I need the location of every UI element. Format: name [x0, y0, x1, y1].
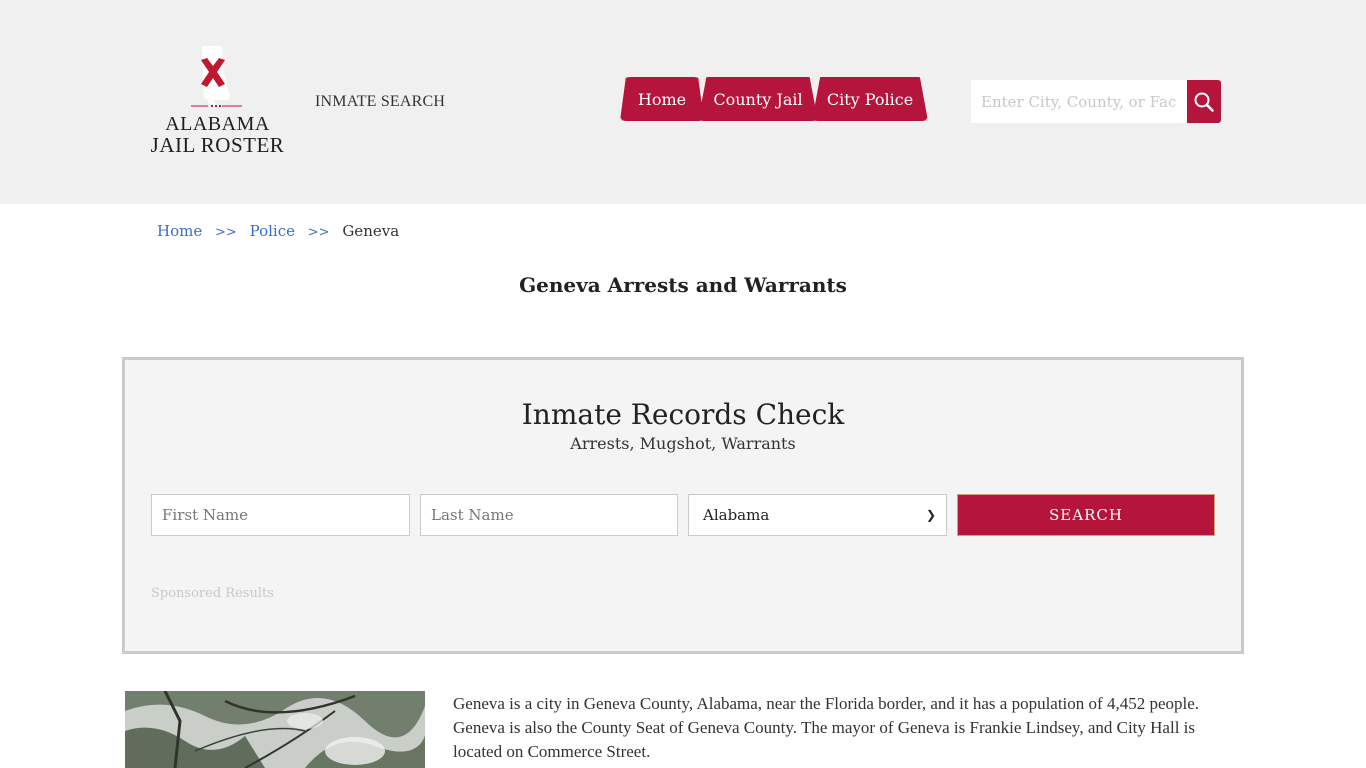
- inmate-records-check-panel: Inmate Records Check Arrests, Mugshot, W…: [122, 357, 1244, 654]
- nav-tab-home[interactable]: Home: [620, 77, 704, 121]
- logo-line-2: JAIL ROSTER: [150, 133, 285, 157]
- state-select[interactable]: Alabama ❯: [688, 494, 947, 536]
- main-nav: Home County Jail City Police: [620, 77, 928, 121]
- breadcrumb-home[interactable]: Home: [157, 222, 202, 240]
- breadcrumb-current: Geneva: [342, 222, 400, 240]
- search-icon: [1194, 92, 1214, 112]
- records-title: Inmate Records Check: [521, 398, 845, 431]
- header-search-button[interactable]: [1187, 80, 1221, 123]
- alabama-state-flag-icon: [191, 46, 242, 108]
- logo-line-1: ALABAMA: [165, 113, 270, 135]
- breadcrumb-police[interactable]: Police: [250, 222, 295, 240]
- page-title: Geneva Arrests and Warrants: [519, 273, 847, 297]
- nav-tab-city-police[interactable]: City Police: [812, 77, 928, 121]
- sponsored-results-label: Sponsored Results: [151, 586, 274, 601]
- breadcrumb-separator: >>: [307, 225, 330, 240]
- city-description: Geneva is a city in Geneva County, Alaba…: [453, 694, 1200, 761]
- city-photo: [125, 691, 425, 768]
- state-select-value: Alabama: [703, 506, 770, 524]
- header-search: [971, 80, 1221, 123]
- tree-canopy-image: [125, 691, 425, 768]
- nav-tab-county-jail[interactable]: County Jail: [698, 77, 818, 121]
- chevron-down-icon: ❯: [925, 508, 936, 522]
- records-search-button[interactable]: SEARCH: [957, 494, 1215, 536]
- breadcrumb-separator: >>: [215, 225, 237, 240]
- first-name-input[interactable]: [151, 494, 410, 536]
- site-logo[interactable]: ALABAMA JAIL ROSTER: [150, 44, 285, 162]
- breadcrumb: Home >> Police >> Geneva: [157, 222, 399, 240]
- inmate-search-link[interactable]: INMATE SEARCH: [315, 93, 445, 111]
- records-subtitle: Arrests, Mugshot, Warrants: [570, 434, 796, 453]
- site-header: ALABAMA JAIL ROSTER INMATE SEARCH Home C…: [0, 0, 1366, 204]
- location-search-input[interactable]: [971, 80, 1187, 123]
- last-name-input[interactable]: [420, 494, 678, 536]
- logo-text: ALABAMA JAIL ROSTER: [150, 114, 285, 156]
